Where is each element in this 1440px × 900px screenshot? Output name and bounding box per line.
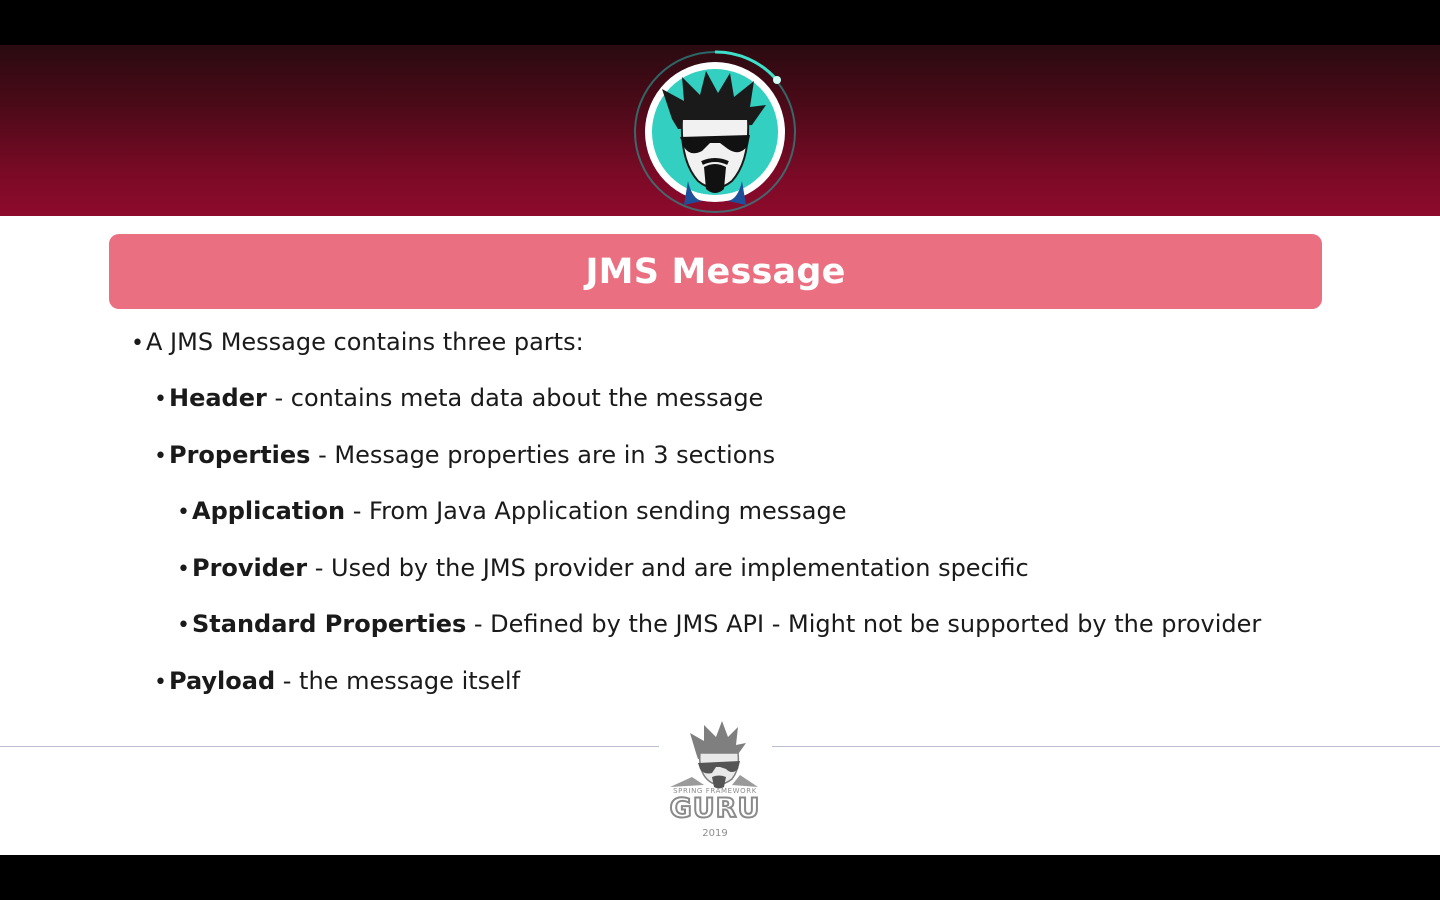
bullet-dot-icon: •: [154, 444, 167, 469]
bullet-item: •Provider - Used by the JMS provider and…: [177, 553, 1029, 585]
bullet-item: •Header - contains meta data about the m…: [154, 383, 763, 415]
bullet-text: - From Java Application sending message: [345, 497, 847, 525]
bullet-text: - the message itself: [275, 667, 521, 695]
bullet-item: •Payload - the message itself: [154, 666, 520, 698]
bullet-text: - Defined by the JMS API - Might not be …: [466, 610, 1262, 638]
bullet-term: Provider: [192, 554, 308, 582]
bullet-term: Properties: [169, 441, 311, 469]
bullet-text: - Message properties are in 3 sections: [310, 441, 776, 469]
bullet-term: Application: [192, 497, 346, 525]
bullet-item: •A JMS Message contains three parts:: [131, 327, 584, 359]
guru-mascot-icon: [670, 721, 758, 789]
logo-wordmark: GURU: [669, 792, 761, 825]
bullet-item: •Application - From Java Application sen…: [177, 496, 846, 528]
bullet-text: A JMS Message contains three parts:: [146, 328, 584, 356]
footer-divider: [0, 746, 659, 747]
spring-framework-guru-logo: SPRING FRAMEWORK GURU 2019: [662, 717, 768, 845]
bullet-text: - Used by the JMS provider and are imple…: [307, 554, 1029, 582]
footer-divider: [772, 746, 1440, 747]
bullet-item: •Properties - Message properties are in …: [154, 440, 775, 472]
bullet-dot-icon: •: [177, 557, 190, 582]
bullet-list: •A JMS Message contains three parts: •He…: [0, 45, 1440, 745]
bullet-dot-icon: •: [177, 613, 190, 638]
logo-year: 2019: [702, 828, 728, 839]
bullet-term: Payload: [169, 667, 276, 695]
letterbox-bottom: [0, 855, 1440, 900]
bullet-text: - contains meta data about the message: [266, 384, 764, 412]
bullet-term: Header: [169, 384, 267, 412]
bullet-dot-icon: •: [154, 670, 167, 695]
bullet-term: Standard Properties: [192, 610, 467, 638]
letterbox-top: [0, 0, 1440, 45]
bullet-dot-icon: •: [154, 387, 167, 412]
presentation-slide: JMS Message •A JMS Message contains thre…: [0, 45, 1440, 855]
bullet-dot-icon: •: [177, 500, 190, 525]
bullet-dot-icon: •: [131, 331, 144, 356]
bullet-item: •Standard Properties - Defined by the JM…: [177, 609, 1261, 641]
